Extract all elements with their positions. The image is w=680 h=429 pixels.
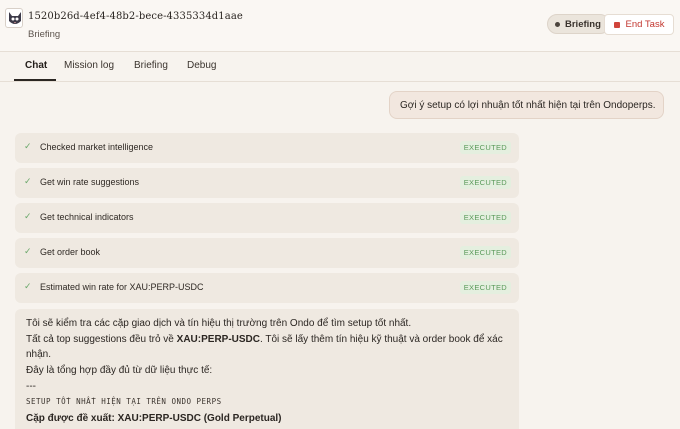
user-message: Gợi ý setup có lợi nhuận tốt nhất hiện t… bbox=[389, 91, 664, 119]
status-badge-label: Briefing bbox=[565, 18, 601, 30]
executed-badge: EXECUTED bbox=[459, 281, 511, 294]
user-message-text: Gợi ý setup có lợi nhuận tốt nhất hiện t… bbox=[400, 99, 656, 111]
status-dot-icon bbox=[555, 21, 560, 27]
executed-badge: EXECUTED bbox=[459, 176, 511, 189]
reply-line: nhận. bbox=[26, 349, 52, 360]
executed-badge: EXECUTED bbox=[459, 141, 511, 154]
reply-line: Đây là tổng hợp đầy đủ từ dữ liệu thực t… bbox=[26, 365, 213, 376]
tab-briefing[interactable]: Briefing bbox=[134, 60, 168, 71]
assistant-message: Tôi sẽ kiểm tra các cặp giao dịch và tín… bbox=[15, 309, 519, 429]
reply-heading: SETUP TỐT NHẤT HIỆN TẠI TRÊN ONDO PERPS bbox=[26, 397, 222, 406]
avatar bbox=[5, 8, 23, 28]
task-id: 1520b26d-4ef4-48b2-bece-4335334d1aae bbox=[28, 11, 243, 22]
status-badge: Briefing bbox=[547, 14, 610, 34]
active-tab-indicator bbox=[14, 79, 56, 81]
check-icon: ✓ bbox=[24, 281, 32, 291]
tool-call-row[interactable]: ✓ Checked market intelligence EXECUTED bbox=[15, 133, 519, 163]
tool-call-label: Get win rate suggestions bbox=[40, 177, 140, 187]
reply-line: Tất cả top suggestions đều trỏ về XAU:PE… bbox=[26, 334, 503, 345]
tool-call-row[interactable]: ✓ Get technical indicators EXECUTED bbox=[15, 203, 519, 233]
check-icon: ✓ bbox=[24, 211, 32, 221]
top-bar: 1520b26d-4ef4-48b2-bece-4335334d1aae Bri… bbox=[0, 0, 680, 52]
tool-call-label: Get technical indicators bbox=[40, 212, 134, 222]
reply-line: Cặp được đề xuất: XAU:PERP-USDC (Gold Pe… bbox=[26, 413, 282, 424]
pair-highlight: XAU:PERP-USDC bbox=[176, 334, 260, 345]
tool-call-label: Checked market intelligence bbox=[40, 142, 154, 152]
end-task-label: End Task bbox=[625, 19, 665, 30]
tool-call-label: Get order book bbox=[40, 247, 101, 257]
check-icon: ✓ bbox=[24, 176, 32, 186]
tab-chat[interactable]: Chat bbox=[25, 60, 47, 71]
executed-badge: EXECUTED bbox=[459, 246, 511, 259]
tool-call-row[interactable]: ✓ Get order book EXECUTED bbox=[15, 238, 519, 268]
tool-call-label: Estimated win rate for XAU:PERP-USDC bbox=[40, 282, 204, 292]
check-icon: ✓ bbox=[24, 246, 32, 256]
end-task-button[interactable]: End Task bbox=[604, 14, 674, 35]
task-subtitle: Briefing bbox=[28, 29, 61, 40]
executed-badge: EXECUTED bbox=[459, 211, 511, 224]
reply-line: --- bbox=[26, 381, 36, 392]
tab-mission-log[interactable]: Mission log bbox=[64, 60, 114, 71]
tab-debug[interactable]: Debug bbox=[187, 60, 216, 71]
tab-bar: Chat Mission log Briefing Debug bbox=[0, 52, 680, 82]
tool-call-row[interactable]: ✓ Get win rate suggestions EXECUTED bbox=[15, 168, 519, 198]
stop-icon bbox=[613, 21, 620, 28]
check-icon: ✓ bbox=[24, 141, 32, 151]
tool-call-row[interactable]: ✓ Estimated win rate for XAU:PERP-USDC E… bbox=[15, 273, 519, 303]
reply-line: Tôi sẽ kiểm tra các cặp giao dịch và tín… bbox=[26, 318, 412, 329]
